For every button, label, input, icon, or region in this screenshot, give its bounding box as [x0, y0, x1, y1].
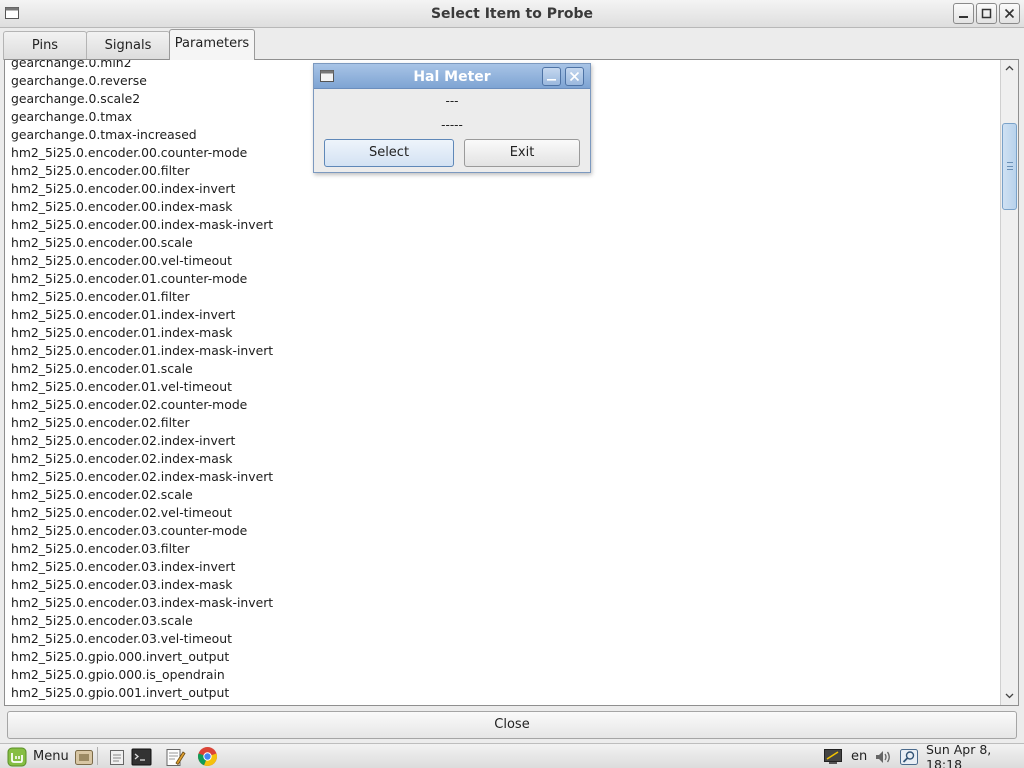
- list-item[interactable]: hm2_5i25.0.encoder.03.vel-timeout: [5, 630, 999, 648]
- files-launcher[interactable]: [74, 746, 94, 767]
- list-item[interactable]: hm2_5i25.0.encoder.00.scale: [5, 234, 999, 252]
- maximize-icon: [981, 8, 992, 19]
- file-icon: [110, 749, 124, 765]
- file-manager-icon: [75, 749, 93, 765]
- minimize-icon: [959, 16, 968, 18]
- grip-icon: [1007, 162, 1013, 170]
- list-item[interactable]: hm2_5i25.0.encoder.01.scale: [5, 360, 999, 378]
- hal-meter-dialog: Hal Meter --- ----- Select Exit: [313, 63, 591, 173]
- list-item[interactable]: hm2_5i25.0.encoder.02.index-mask: [5, 450, 999, 468]
- dialog-close-button[interactable]: [565, 67, 584, 86]
- window-titlebar[interactable]: Select Item to Probe: [0, 0, 1024, 28]
- list-item[interactable]: hm2_5i25.0.gpio.001.invert_output: [5, 684, 999, 702]
- chevron-up-icon: [1005, 65, 1014, 71]
- list-item[interactable]: hm2_5i25.0.encoder.02.index-mask-invert: [5, 468, 999, 486]
- list-item[interactable]: hm2_5i25.0.encoder.03.scale: [5, 612, 999, 630]
- terminal-icon: [131, 748, 152, 765]
- keyboard-layout-label: en: [851, 749, 868, 764]
- volume-icon: [876, 750, 890, 763]
- minimize-button[interactable]: [953, 3, 974, 24]
- list-item[interactable]: hm2_5i25.0.encoder.02.index-invert: [5, 432, 999, 450]
- maximize-button[interactable]: [976, 3, 997, 24]
- chrome-icon: [198, 747, 217, 766]
- select-button[interactable]: Select: [324, 139, 454, 167]
- list-item[interactable]: hm2_5i25.0.encoder.02.filter: [5, 414, 999, 432]
- minimize-icon: [547, 79, 556, 81]
- dialog-minimize-button[interactable]: [542, 67, 561, 86]
- window-title: Select Item to Probe: [430, 6, 594, 22]
- list-item[interactable]: hm2_5i25.0.gpio.000.is_opendrain: [5, 666, 999, 684]
- menu-label: Menu: [33, 749, 69, 764]
- list-item[interactable]: hm2_5i25.0.encoder.00.index-mask-invert: [5, 216, 999, 234]
- tab-bar: Pins Signals Parameters: [3, 29, 255, 60]
- close-window-button[interactable]: [999, 3, 1020, 24]
- clock[interactable]: Sun Apr 8, 18:18: [926, 742, 1024, 768]
- vertical-scrollbar[interactable]: [1000, 60, 1018, 705]
- launcher-separator: [97, 747, 98, 765]
- network-tray-icon[interactable]: [823, 746, 843, 767]
- tab-parameters[interactable]: Parameters: [169, 29, 255, 60]
- list-item[interactable]: hm2_5i25.0.encoder.00.vel-timeout: [5, 252, 999, 270]
- exit-button[interactable]: Exit: [464, 139, 580, 167]
- list-item[interactable]: hm2_5i25.0.encoder.01.counter-mode: [5, 270, 999, 288]
- list-item[interactable]: hm2_5i25.0.encoder.03.index-mask: [5, 576, 999, 594]
- accessibility-tray-icon[interactable]: [899, 746, 919, 767]
- text-editor-launcher[interactable]: [164, 746, 186, 767]
- list-item[interactable]: hm2_5i25.0.encoder.03.filter: [5, 540, 999, 558]
- list-item[interactable]: hm2_5i25.0.encoder.00.index-invert: [5, 180, 999, 198]
- list-item[interactable]: hm2_5i25.0.encoder.02.counter-mode: [5, 396, 999, 414]
- list-item[interactable]: hm2_5i25.0.encoder.02.vel-timeout: [5, 504, 999, 522]
- network-icon: [824, 748, 842, 764]
- list-item[interactable]: hm2_5i25.0.encoder.01.vel-timeout: [5, 378, 999, 396]
- chevron-down-icon: [1005, 693, 1014, 699]
- scroll-up-arrow[interactable]: [1001, 60, 1018, 76]
- list-item[interactable]: hm2_5i25.0.encoder.01.index-invert: [5, 306, 999, 324]
- dialog-titlebar[interactable]: Hal Meter: [314, 64, 590, 89]
- taskbar: Menu en Sun Apr 8, 18:18: [0, 742, 1024, 768]
- list-item[interactable]: hm2_5i25.0.encoder.00.index-mask: [5, 198, 999, 216]
- scroll-down-arrow[interactable]: [1001, 688, 1018, 704]
- list-item[interactable]: hm2_5i25.0.encoder.01.index-mask: [5, 324, 999, 342]
- list-item[interactable]: hm2_5i25.0.encoder.02.scale: [5, 486, 999, 504]
- tab-pins[interactable]: Pins: [3, 31, 87, 60]
- tab-signals[interactable]: Signals: [86, 31, 170, 60]
- browser-launcher[interactable]: [197, 746, 218, 767]
- list-item[interactable]: hm2_5i25.0.encoder.03.counter-mode: [5, 522, 999, 540]
- linux-mint-icon: [7, 747, 27, 766]
- list-item[interactable]: hm2_5i25.0.gpio.000.invert_output: [5, 648, 999, 666]
- keyboard-layout-indicator[interactable]: en: [851, 746, 867, 767]
- list-item[interactable]: hm2_5i25.0.encoder.01.filter: [5, 288, 999, 306]
- list-item[interactable]: hm2_5i25.0.encoder.01.index-mask-invert: [5, 342, 999, 360]
- list-item[interactable]: hm2_5i25.0.gpio.001.is_opendrain: [5, 702, 999, 705]
- meter-item-name: ---: [445, 94, 459, 108]
- list-item[interactable]: hm2_5i25.0.encoder.03.index-invert: [5, 558, 999, 576]
- scroll-thumb[interactable]: [1002, 123, 1017, 210]
- close-icon: [569, 71, 580, 82]
- clock-label: Sun Apr 8, 18:18: [926, 741, 992, 768]
- list-item[interactable]: hm2_5i25.0.encoder.03.index-mask-invert: [5, 594, 999, 612]
- volume-tray-icon[interactable]: [873, 746, 893, 767]
- file-launcher[interactable]: [107, 746, 127, 767]
- terminal-launcher[interactable]: [131, 746, 152, 767]
- close-button[interactable]: Close: [7, 711, 1017, 739]
- search-icon: [900, 748, 918, 765]
- close-icon: [1004, 8, 1015, 19]
- menu-button[interactable]: Menu: [7, 746, 69, 767]
- meter-value: -----: [441, 118, 463, 132]
- text-editor-icon: [166, 748, 186, 766]
